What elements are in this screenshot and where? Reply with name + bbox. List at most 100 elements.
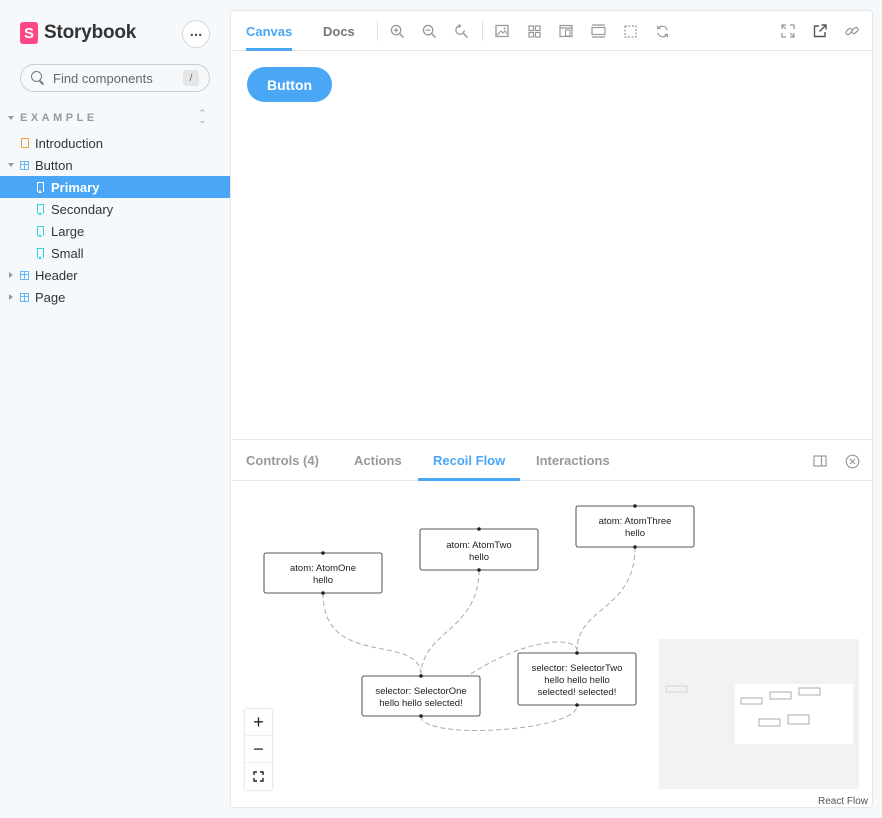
sidebar-item-label: Large — [51, 223, 85, 239]
flow-node-selector-two: selector: SelectorTwo hello hello hello … — [517, 651, 637, 707]
fit-view-button[interactable] — [245, 763, 272, 790]
zoom-reset-icon[interactable] — [453, 23, 469, 39]
toolbar-divider — [482, 21, 483, 41]
flow-zoom-controls: + − — [245, 709, 272, 790]
panel-orientation-icon[interactable] — [812, 453, 828, 469]
chevron-down-icon — [8, 116, 14, 120]
tab-controls[interactable]: Controls (4) — [246, 440, 319, 481]
sidebar-item-page[interactable]: Page — [0, 286, 230, 308]
zoom-out-button[interactable]: − — [245, 736, 272, 763]
flow-node-label: atom: AtomTwo — [446, 540, 511, 551]
open-new-tab-icon[interactable] — [812, 23, 828, 39]
grid-icon[interactable] — [526, 23, 542, 39]
sidebar-item-label: Introduction — [35, 135, 103, 151]
remount-icon[interactable] — [654, 23, 670, 39]
search-shortcut-key: / — [183, 70, 199, 86]
flow-edge — [576, 546, 636, 652]
tab-recoil-flow[interactable]: Recoil Flow — [418, 440, 521, 481]
measure-icon[interactable] — [590, 23, 606, 39]
brand-name: Storybook — [44, 22, 137, 43]
minimap-svg — [665, 684, 853, 744]
minimap-node — [798, 687, 821, 696]
sidebar-item-primary[interactable]: Primary — [0, 176, 230, 198]
tab-docs[interactable]: Docs — [323, 11, 355, 51]
fullscreen-icon[interactable] — [780, 23, 796, 39]
minimap-node — [740, 697, 763, 705]
flow-node-selector-one: selector: SelectorOne hello hello select… — [361, 674, 481, 718]
chevron-down-icon — [8, 163, 14, 167]
flow-edge — [420, 569, 480, 677]
bookmark-icon — [37, 226, 44, 237]
ellipsis-icon: ... — [189, 23, 203, 40]
flow-node-atom-three: atom: AtomThree hello — [575, 504, 695, 549]
minimap-node — [665, 685, 688, 693]
primary-story-button[interactable]: Button — [247, 67, 332, 102]
flow-node-value: hello — [469, 552, 489, 563]
copy-link-icon[interactable] — [844, 23, 860, 39]
tab-actions[interactable]: Actions — [354, 440, 402, 481]
minimap-node — [787, 714, 810, 725]
storybook-logo-icon: S — [20, 22, 38, 44]
main-panel: Canvas Docs Button Controls (4) Actions … — [230, 10, 873, 808]
group-header-example[interactable]: EXAMPLE ⌃ ⌄ — [8, 109, 220, 125]
sidebar-item-label: Page — [35, 289, 66, 305]
search-box[interactable]: / — [20, 64, 210, 92]
react-flow-attribution[interactable]: React Flow — [815, 795, 870, 807]
sidebar-item-button[interactable]: Button — [0, 154, 230, 176]
search-input[interactable] — [53, 70, 173, 86]
document-icon — [21, 138, 29, 148]
storybook-logo[interactable]: S Storybook — [20, 22, 136, 44]
component-icon — [20, 160, 29, 170]
expand-collapse-icon[interactable]: ⌃ ⌄ — [198, 109, 206, 125]
minimap-viewport — [735, 684, 853, 744]
component-icon — [20, 292, 29, 302]
minimap-node — [758, 718, 781, 727]
viewport-icon[interactable] — [558, 23, 574, 39]
sidebar-item-label: Secondary — [51, 201, 114, 217]
flow-node-value: selected! selected! — [538, 687, 617, 698]
close-panel-icon[interactable] — [844, 453, 860, 469]
flow-node-value: hello hello hello — [544, 675, 610, 686]
story-canvas: Button — [231, 51, 872, 439]
sidebar-item-label: Small — [51, 245, 84, 261]
flow-node-label: selector: SelectorOne — [375, 686, 466, 697]
minimap-node — [769, 691, 792, 700]
addons-tabbar: Controls (4) Actions Recoil Flow Interac… — [231, 440, 872, 481]
outline-icon[interactable] — [622, 23, 638, 39]
sidebar-item-header[interactable]: Header — [0, 264, 230, 286]
chevron-right-icon — [9, 294, 13, 300]
zoom-in-icon[interactable] — [389, 23, 405, 39]
toolbar-divider — [377, 21, 378, 41]
sidebar-item-introduction[interactable]: Introduction — [0, 132, 230, 154]
flow-node-label: atom: AtomOne — [290, 563, 356, 574]
background-icon[interactable] — [494, 23, 510, 39]
flow-node-atom-two: atom: AtomTwo hello — [419, 527, 539, 572]
bookmark-icon — [37, 204, 44, 215]
recoil-flow-graph[interactable]: atom: AtomOne hello atom: AtomTwo hello … — [231, 481, 872, 807]
flow-node-value: hello — [313, 575, 333, 586]
sidebar-item-secondary[interactable]: Secondary — [0, 198, 230, 220]
menu-button[interactable]: ... — [182, 20, 210, 48]
flow-node-value: hello — [625, 528, 645, 539]
component-icon — [20, 270, 29, 280]
zoom-out-icon[interactable] — [421, 23, 437, 39]
search-icon — [31, 71, 45, 85]
sidebar-item-label: Header — [35, 267, 78, 283]
zoom-in-button[interactable]: + — [245, 709, 272, 736]
flow-node-label: atom: AtomThree — [599, 516, 672, 527]
chevron-right-icon — [9, 272, 13, 278]
bookmark-icon — [37, 248, 44, 259]
tab-canvas[interactable]: Canvas — [246, 11, 293, 51]
fit-view-icon — [253, 771, 264, 782]
flow-node-value: hello hello selected! — [379, 698, 462, 709]
sidebar-item-label: Button — [35, 157, 73, 173]
flow-node-atom-one: atom: AtomOne hello — [263, 551, 383, 595]
sidebar-item-small[interactable]: Small — [0, 242, 230, 264]
sidebar-item-label: Primary — [51, 179, 100, 195]
addons-panel: Controls (4) Actions Recoil Flow Interac… — [231, 439, 872, 807]
toolbar: Canvas Docs — [231, 11, 872, 51]
sidebar-item-large[interactable]: Large — [0, 220, 230, 242]
flow-edge — [322, 592, 422, 677]
flow-minimap[interactable] — [659, 639, 859, 789]
tab-interactions[interactable]: Interactions — [536, 440, 610, 481]
